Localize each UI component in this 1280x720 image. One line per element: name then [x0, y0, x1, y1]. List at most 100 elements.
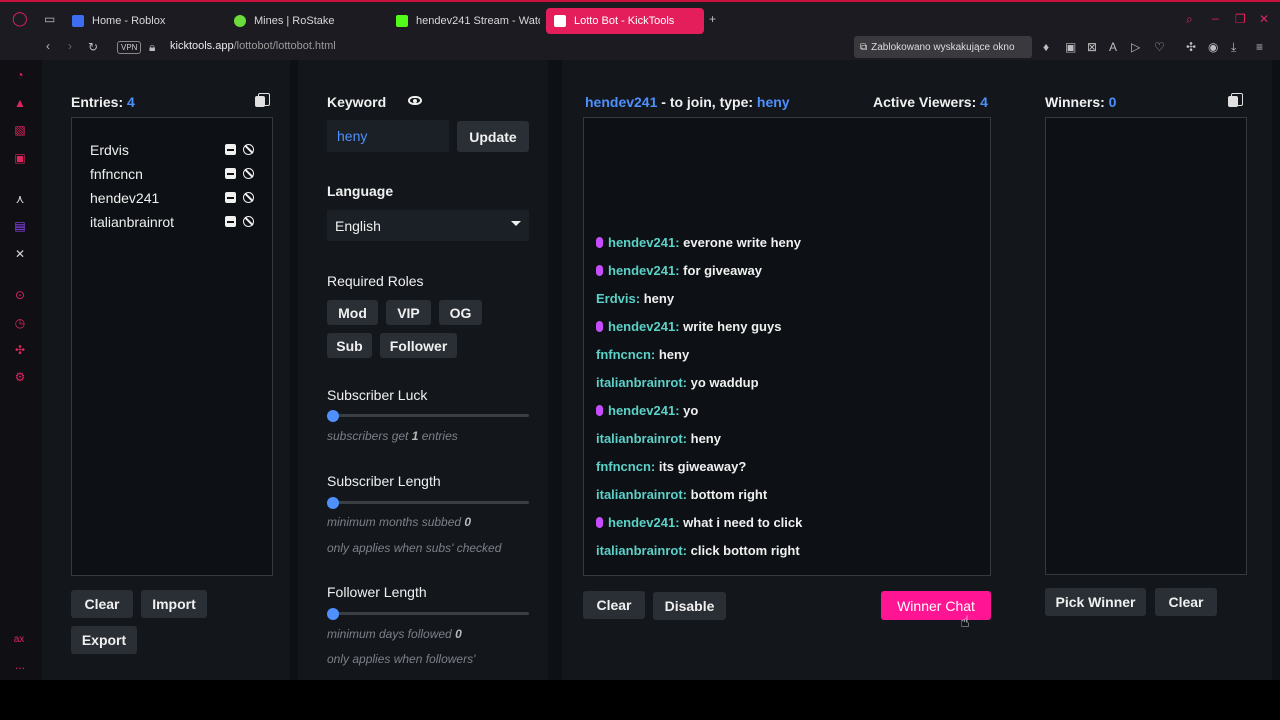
ban-entry-icon[interactable] — [243, 216, 254, 227]
tab-list-icon[interactable]: ▭ — [44, 13, 55, 25]
lotto-bot-page: Entries: 4 Erdvis fnfncncn hendev241 ita… — [42, 60, 1280, 680]
remove-entry-icon[interactable] — [225, 168, 236, 179]
chat-text: heny — [690, 431, 721, 446]
adblock-icon[interactable]: ⊠ — [1087, 41, 1097, 53]
search-icon[interactable]: ⌕ — [1186, 13, 1193, 25]
translate-icon[interactable]: A — [1109, 41, 1117, 53]
url-field[interactable]: kicktools.app/lottobot/lottobot.html — [170, 40, 336, 52]
heart-icon[interactable]: ♡ — [1154, 41, 1165, 53]
copy-winners-icon[interactable] — [1228, 93, 1243, 107]
export-button[interactable]: Export — [71, 626, 137, 654]
chat-text: heny — [658, 347, 690, 362]
vpn-badge[interactable]: VPN — [117, 41, 142, 54]
follower-length-slider[interactable] — [327, 612, 529, 615]
chat-text: click bottom right — [690, 543, 800, 558]
ban-entry-icon[interactable] — [243, 144, 254, 155]
role-og-button[interactable]: OG — [439, 300, 482, 325]
winners-panel: Winners: 0 Pick Winner Clear — [1022, 60, 1272, 680]
language-select[interactable]: English — [327, 210, 529, 241]
extensions-sidebar-icon[interactable]: ✣ — [13, 343, 27, 357]
history-icon[interactable]: ◷ — [13, 316, 27, 330]
chat-message: italianbrainrot: bottom right — [596, 487, 767, 502]
opera-logo-icon[interactable]: ◯ — [12, 11, 28, 25]
restore-icon[interactable]: ❐ — [1235, 13, 1246, 25]
copy-entries-icon[interactable] — [255, 93, 270, 107]
chat-text: yo waddup — [690, 375, 759, 390]
microphone-icon — [596, 237, 603, 248]
list-item: Erdvis — [90, 142, 129, 158]
player-icon[interactable]: ⊙ — [13, 288, 27, 302]
reload-icon[interactable]: ↻ — [88, 41, 98, 53]
download-icon[interactable]: ⤓ — [1231, 41, 1236, 53]
chat-message: fnfncncn: its giweaway? — [596, 459, 746, 474]
clear-entries-button[interactable]: Clear — [71, 590, 133, 618]
forward-icon[interactable]: › — [68, 40, 72, 52]
tab-lotto-bot[interactable]: Lotto Bot - KickTools — [546, 8, 704, 34]
clear-winners-button[interactable]: Clear — [1155, 588, 1217, 616]
block-icon[interactable]: ♦ — [1043, 41, 1049, 53]
kick-icon[interactable]: ⋏ — [13, 192, 27, 206]
ax-label[interactable]: ax — [12, 633, 26, 647]
twitch-icon[interactable]: ▧ — [13, 123, 27, 137]
play-icon[interactable]: ▷ — [1131, 41, 1140, 53]
follower-length-thumb[interactable] — [327, 608, 339, 620]
keyword-input[interactable]: heny — [327, 120, 449, 152]
subscriber-luck-thumb[interactable] — [327, 410, 339, 422]
chat-user: hendev241: — [608, 263, 680, 278]
eye-icon[interactable] — [408, 96, 422, 105]
screenshot-icon[interactable]: ▣ — [1065, 41, 1076, 53]
x-icon[interactable]: ✕ — [13, 247, 27, 261]
ban-entry-icon[interactable] — [243, 168, 254, 179]
subscriber-length-slider[interactable] — [327, 501, 529, 504]
tab-rostake[interactable]: Mines | RoStake — [226, 8, 386, 34]
more-icon[interactable]: ... — [13, 658, 27, 672]
close-icon[interactable]: ✕ — [1259, 13, 1269, 25]
join-keyword: heny — [756, 94, 790, 110]
remove-entry-icon[interactable] — [225, 216, 236, 227]
role-sub-button[interactable]: Sub — [327, 333, 372, 358]
subscriber-luck-slider[interactable] — [327, 414, 529, 417]
gaming-icon[interactable]: ▲ — [13, 96, 27, 110]
back-icon[interactable]: ‹ — [46, 40, 50, 52]
new-tab-icon[interactable]: + — [709, 13, 716, 25]
twitch-app-icon[interactable]: ▤ — [13, 219, 27, 233]
entries-title: Entries: 4 — [71, 94, 135, 110]
chat-user: italianbrainrot: — [596, 431, 688, 446]
wallet-icon[interactable]: ◉ — [1208, 41, 1218, 53]
url-path: /lottobot/lottobot.html — [233, 40, 336, 52]
import-button[interactable]: Import — [141, 590, 207, 618]
active-viewers-label: Active Viewers: — [873, 94, 977, 110]
subscriber-length-thumb[interactable] — [327, 497, 339, 509]
remove-entry-icon[interactable] — [225, 192, 236, 203]
clear-chat-button[interactable]: Clear — [583, 591, 645, 619]
entries-panel: Entries: 4 Erdvis fnfncncn hendev241 ita… — [42, 60, 290, 680]
popup-blocked-notice[interactable]: ⧉ Zablokowano wyskakujące okno — [854, 36, 1032, 58]
hint-text: minimum days followed — [327, 627, 452, 641]
minimize-icon[interactable]: – — [1212, 12, 1219, 24]
follower-length-value: 0 — [455, 627, 462, 641]
aria-icon[interactable]: ◔ — [13, 68, 27, 82]
pick-winner-button[interactable]: Pick Winner — [1045, 588, 1146, 616]
winner-chat-button[interactable]: Winner Chat — [881, 591, 991, 620]
chat-user: hendev241: — [608, 515, 680, 530]
subscriber-length-label: Subscriber Length — [327, 473, 441, 489]
microphone-icon — [596, 405, 603, 416]
extensions-icon[interactable]: ✣ — [1186, 41, 1196, 53]
messenger-icon[interactable]: ▣ — [13, 151, 27, 165]
update-button[interactable]: Update — [457, 121, 529, 152]
menu-icon[interactable]: ≡ — [1256, 41, 1263, 53]
hand-cursor-icon: ☝︎ — [960, 614, 970, 631]
chat-message: hendev241: yo — [596, 403, 698, 418]
subscriber-luck-label: Subscriber Luck — [327, 387, 428, 403]
role-follower-button[interactable]: Follower — [380, 333, 457, 358]
chat-log: hendev241: everone write heny hendev241:… — [583, 117, 991, 576]
ban-entry-icon[interactable] — [243, 192, 254, 203]
role-vip-button[interactable]: VIP — [386, 300, 431, 325]
role-mod-button[interactable]: Mod — [327, 300, 378, 325]
chat-text: what i need to click — [683, 515, 803, 530]
remove-entry-icon[interactable] — [225, 144, 236, 155]
settings-icon[interactable]: ⚙ — [13, 370, 27, 384]
tab-roblox[interactable]: Home - Roblox — [64, 8, 224, 34]
disable-button[interactable]: Disable — [653, 592, 726, 620]
tab-kick-stream[interactable]: hendev241 Stream - Watc — [388, 8, 540, 34]
